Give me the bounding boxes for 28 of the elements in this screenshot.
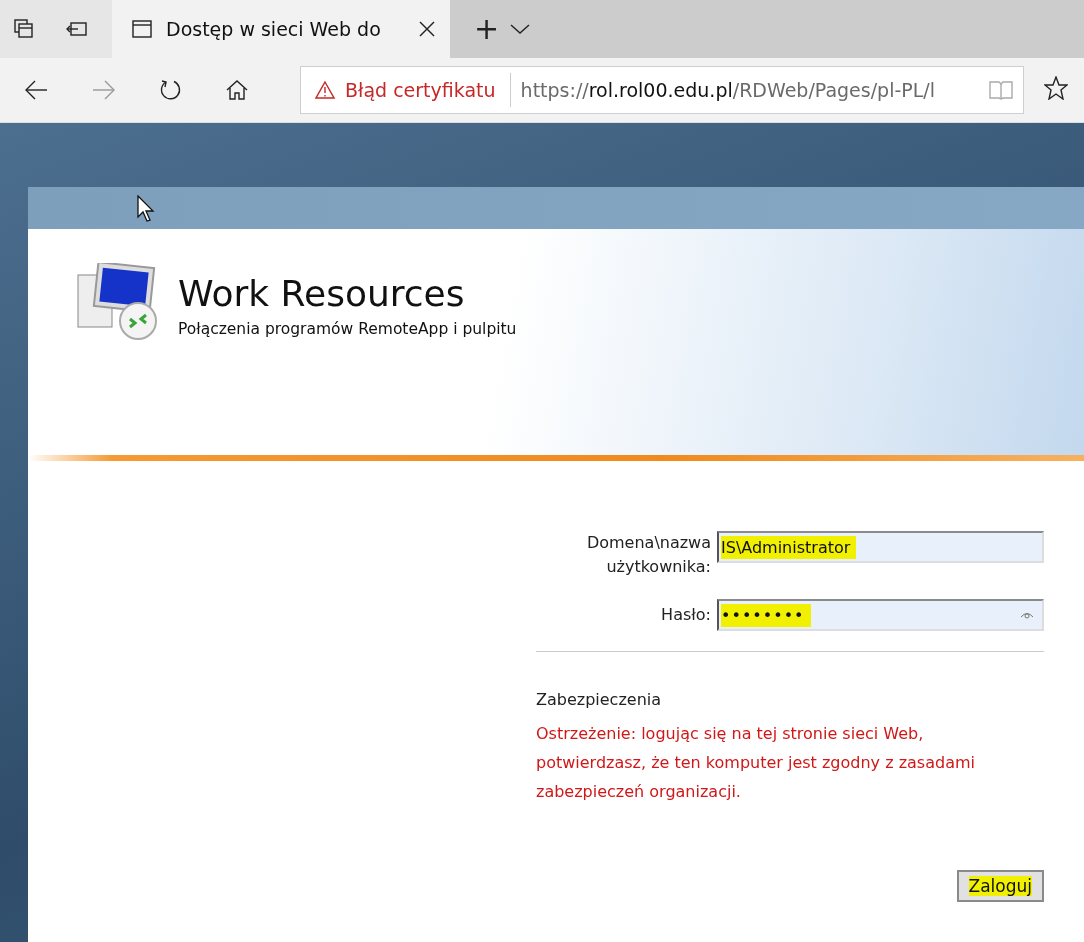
page-title: Work Resources bbox=[178, 273, 466, 314]
home-icon[interactable] bbox=[226, 79, 248, 101]
tab-list-icon[interactable] bbox=[509, 22, 532, 36]
url-text: https://rol.rol00.edu.pl/RDWeb/Pages/pl-PL/l bbox=[519, 79, 936, 101]
certificate-error-text[interactable]: Błąd certyfikatu bbox=[345, 79, 496, 101]
favorite-star-icon[interactable] bbox=[1044, 76, 1068, 100]
warning-icon bbox=[315, 81, 335, 99]
login-button[interactable]: Zaloguj bbox=[956, 870, 1044, 902]
page-subtitle: Połączenia programów RemoteApp i pulpitu bbox=[178, 320, 517, 338]
field-label: Domena\nazwa użytkownika: bbox=[585, 532, 711, 578]
security-warning: Ostrzeżenie: logując się na tej stronie sieci Web, potwierdzasz, że ten komputer jest zgodny z zasadami zabezpieczeń organizacji. bbox=[536, 723, 976, 803]
security-heading: Zabezpieczenia bbox=[536, 690, 663, 709]
password-field[interactable]: •••••••• bbox=[717, 599, 1044, 631]
set-aside-tabs-icon[interactable] bbox=[66, 20, 88, 38]
page-icon bbox=[132, 20, 152, 38]
field-label: Hasło: bbox=[660, 604, 711, 626]
new-tab-button[interactable]: + bbox=[464, 14, 510, 44]
remote-desktop-icon bbox=[76, 263, 160, 343]
address-bar[interactable]: Błąd certyfikatu https://rol.rol00.edu.pl/RDWeb/Pages/pl-PL/l bbox=[300, 66, 1024, 114]
username-field[interactable]: IS\Administrator bbox=[717, 531, 1044, 563]
forward-icon[interactable] bbox=[92, 80, 116, 100]
tab-preview-icon[interactable] bbox=[14, 19, 34, 39]
refresh-icon[interactable] bbox=[160, 79, 182, 101]
mouse-cursor-icon bbox=[137, 195, 157, 223]
browser-tab[interactable]: Dostęp w sieci Web do bbox=[112, 0, 450, 58]
close-icon[interactable] bbox=[418, 20, 436, 38]
back-icon[interactable] bbox=[24, 80, 48, 100]
reveal-password-icon[interactable] bbox=[1020, 610, 1034, 620]
